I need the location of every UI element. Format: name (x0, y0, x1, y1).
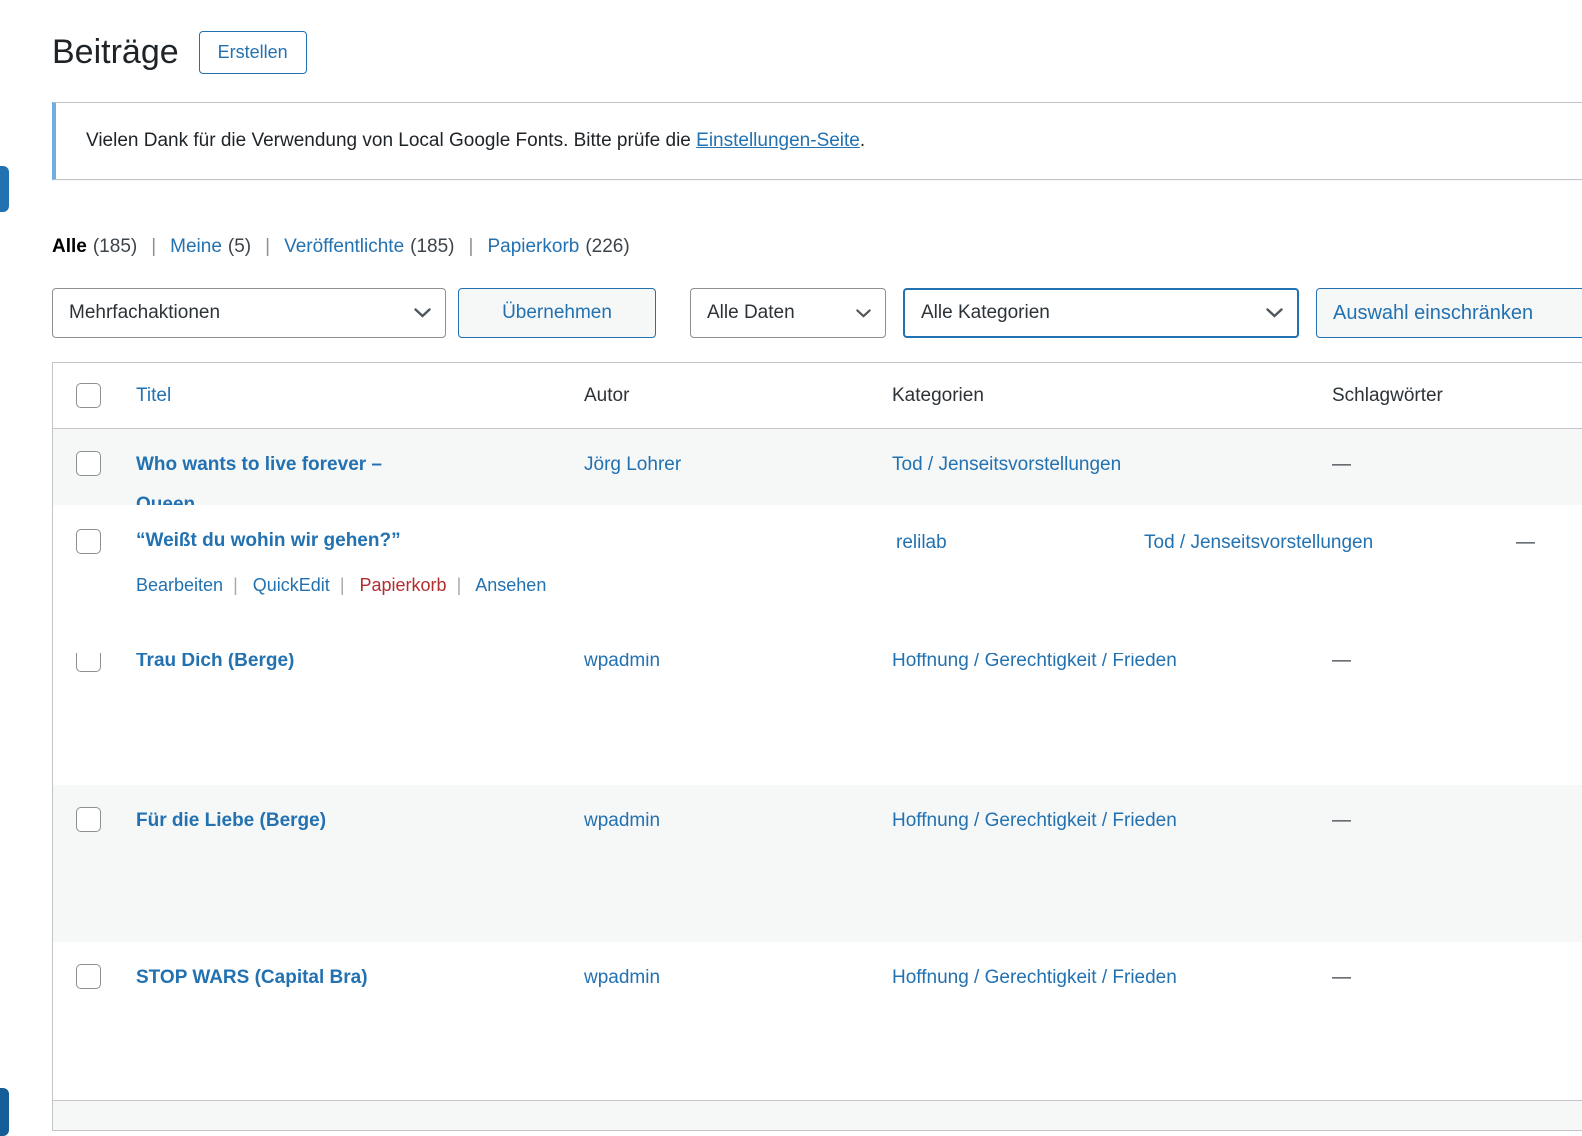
dates-filter-value: Alle Daten (707, 302, 795, 324)
admin-notice: Vielen Dank für die Verwendung von Local… (52, 102, 1582, 180)
column-header-author: Autor (561, 385, 869, 407)
filter-all[interactable]: Alle (185) (52, 236, 170, 258)
column-header-categories: Kategorien (869, 385, 1309, 407)
categories-link[interactable]: Hoffnung / Gerechtigkeit / Frieden (892, 810, 1177, 831)
categories-filter-select[interactable]: Alle Kategorien (903, 288, 1299, 338)
row-checkbox-cell (53, 429, 113, 505)
author-link[interactable]: Jörg Lohrer (584, 454, 681, 475)
post-title-link-line2[interactable]: Queen (136, 494, 195, 505)
action-edit[interactable]: Bearbeiten (136, 575, 248, 595)
filter-mine[interactable]: Meine (5) (170, 236, 284, 258)
row-checkbox-cell (53, 653, 113, 785)
notice-text: Vielen Dank für die Verwendung von Local… (86, 130, 696, 151)
table-row: Für die Liebe (Berge) wpadmin Hoffnung /… (53, 785, 1582, 942)
tags-value: — (1309, 942, 1582, 1100)
post-title-link[interactable]: Für die Liebe (Berge) (136, 810, 326, 831)
chevron-down-icon (856, 309, 871, 318)
row-checkbox-cell (53, 942, 113, 1100)
row-checkbox[interactable] (76, 451, 101, 476)
categories-link[interactable]: Hoffnung / Gerechtigkeit / Frieden (892, 967, 1177, 988)
notice-suffix: . (860, 130, 865, 151)
post-title-link[interactable]: STOP WARS (Capital Bra) (136, 967, 368, 988)
bulk-actions-value: Mehrfachaktionen (69, 302, 220, 324)
row-checkbox-cell (53, 785, 113, 942)
list-toolbar: Mehrfachaktionen Übernehmen Alle Daten A… (52, 288, 1582, 338)
categories-link[interactable]: Hoffnung / Gerechtigkeit / Frieden (892, 653, 1177, 671)
category-group-link[interactable]: relilab (896, 532, 947, 553)
filter-published-count: (185) (410, 236, 454, 258)
post-title-link[interactable]: “Weißt du wohin wir gehen?” (136, 530, 401, 551)
posts-table: Titel Autor Kategorien Schlagwörter Who … (52, 362, 1582, 1131)
settings-page-link[interactable]: Einstellungen-Seite (696, 130, 860, 151)
author-link[interactable]: wpadmin (584, 810, 660, 831)
row-checkbox[interactable] (76, 653, 101, 672)
filter-button[interactable]: Auswahl einschränken (1316, 288, 1582, 338)
action-view[interactable]: Ansehen (475, 575, 546, 595)
row-checkbox[interactable] (76, 807, 101, 832)
table-footer (53, 1100, 1582, 1130)
filter-trash-count: (226) (585, 236, 629, 258)
posts-admin-page: Beiträge Erstellen Vielen Dank für die V… (0, 0, 1582, 1136)
filter-all-label: Alle (52, 236, 87, 258)
row-checkbox[interactable] (76, 529, 101, 554)
tags-value: — (1516, 529, 1535, 556)
categories-link[interactable]: Tod / Jenseitsvorstellungen (1144, 532, 1373, 553)
post-title-link[interactable]: Trau Dich (Berge) (136, 653, 294, 671)
tags-value: — (1309, 429, 1582, 505)
page-title: Beiträge (52, 35, 179, 69)
admin-menu-fragment-bottom (0, 1088, 9, 1136)
view-link[interactable]: Ansehen (475, 575, 546, 595)
table-header-row: Titel Autor Kategorien Schlagwörter (53, 363, 1582, 429)
column-header-title[interactable]: Titel (136, 385, 171, 406)
header-checkbox-cell (53, 383, 113, 408)
tags-value: — (1309, 785, 1582, 942)
filter-mine-link[interactable]: Meine (170, 236, 222, 258)
select-all-checkbox[interactable] (76, 383, 101, 408)
admin-menu-fragment-top (0, 166, 9, 212)
filter-all-count: (185) (93, 236, 137, 258)
chevron-down-icon (414, 308, 431, 318)
author-link[interactable]: wpadmin (584, 967, 660, 988)
title-bar: Beiträge Erstellen (52, 28, 1582, 76)
floating-row: “Weißt du wohin wir gehen?” Bearbeiten Q… (53, 505, 1582, 653)
filter-published[interactable]: Veröffentlichte (185) (284, 236, 487, 258)
action-quickedit[interactable]: QuickEdit (253, 575, 355, 595)
tags-value: — (1309, 653, 1582, 785)
dates-filter-select[interactable]: Alle Daten (690, 288, 886, 338)
create-post-button[interactable]: Erstellen (199, 31, 307, 74)
filter-trash[interactable]: Papierkorb (226) (487, 236, 629, 258)
filter-mine-count: (5) (228, 236, 251, 258)
bulk-actions-select[interactable]: Mehrfachaktionen (52, 288, 446, 338)
author-link[interactable]: wpadmin (584, 653, 660, 671)
table-row: Trau Dich (Berge) wpadmin Hoffnung / Ger… (53, 653, 1582, 785)
table-row: Who wants to live forever – Queen Jörg L… (53, 429, 1582, 505)
categories-filter-value: Alle Kategorien (921, 302, 1050, 324)
row-checkbox[interactable] (76, 964, 101, 989)
categories-link[interactable]: Tod / Jenseitsvorstellungen (892, 454, 1121, 475)
filter-published-link[interactable]: Veröffentlichte (284, 236, 404, 258)
quickedit-link[interactable]: QuickEdit (253, 575, 330, 595)
column-header-tags: Schlagwörter (1309, 385, 1582, 407)
table-row: STOP WARS (Capital Bra) wpadmin Hoffnung… (53, 942, 1582, 1100)
post-status-filters: Alle (185) Meine (5) Veröffentlichte (18… (52, 236, 1582, 258)
edit-link[interactable]: Bearbeiten (136, 575, 223, 595)
content-area: Beiträge Erstellen Vielen Dank für die V… (52, 0, 1582, 1131)
apply-button[interactable]: Übernehmen (458, 288, 656, 338)
chevron-down-icon (1266, 308, 1283, 318)
action-trash[interactable]: Papierkorb (360, 575, 472, 595)
row-actions: Bearbeiten QuickEdit Papierkorb Ansehen (136, 575, 546, 596)
post-title-link[interactable]: Who wants to live forever – (136, 454, 382, 475)
filter-trash-link[interactable]: Papierkorb (487, 236, 579, 258)
trash-link[interactable]: Papierkorb (360, 575, 447, 595)
